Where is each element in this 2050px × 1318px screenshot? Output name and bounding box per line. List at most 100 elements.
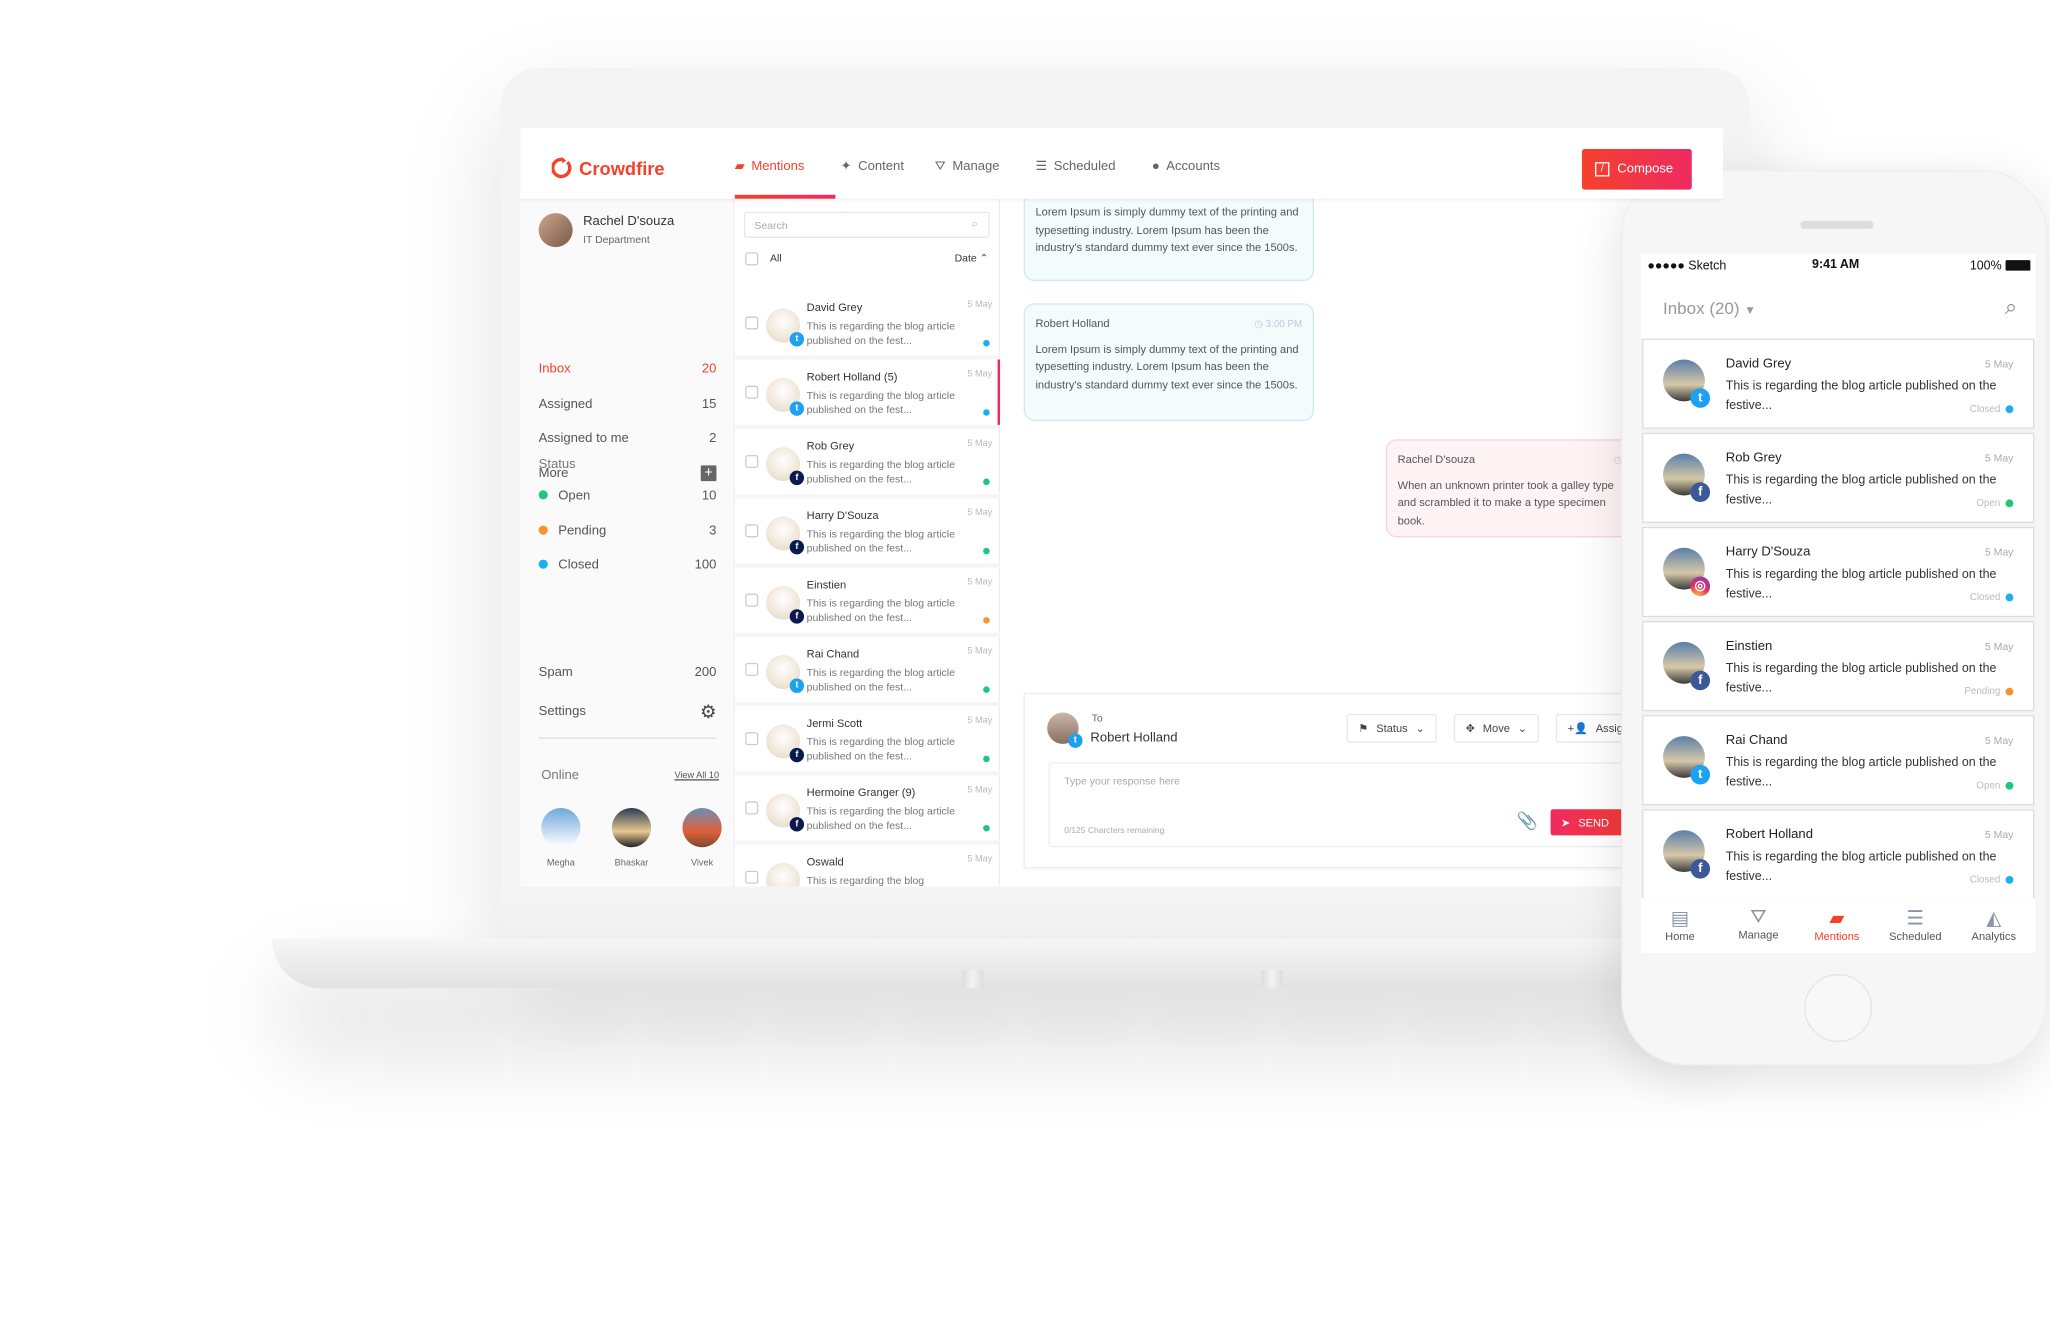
tab-manage[interactable]: ⛛ Manage (935, 160, 1000, 174)
select-all-checkbox[interactable] (745, 252, 759, 266)
status-dot (983, 547, 990, 555)
item-checkbox[interactable] (745, 593, 759, 607)
item-checkbox[interactable] (745, 454, 759, 469)
status-dropdown[interactable]: ⚑ Status ⌄ (1346, 713, 1437, 743)
twitter-icon: t (1690, 764, 1711, 785)
search-icon[interactable]: ⌕ (971, 217, 978, 231)
active-tab-indicator (734, 194, 836, 199)
top-header: Crowdfire ▰ Mentions ✦ Content ⛛ Manage ☰ Sched… (520, 128, 1724, 199)
list-item[interactable]: t Rai Chand 5 May This is regarding the blo… (734, 637, 1001, 706)
item-checkbox[interactable] (745, 870, 759, 884)
sidebar-item-assigned-to-me[interactable]: Assigned to me 2 (539, 431, 717, 445)
status-dot (2005, 875, 2014, 884)
status-dot (983, 409, 990, 416)
facebook-icon: f (789, 539, 805, 555)
item-checkbox[interactable] (745, 662, 759, 676)
phone-frame: ●●●●● Sketch 9:41 AM 100% Inbox (20) ▼ ⌕… (1621, 169, 2048, 1066)
item-checkbox[interactable] (745, 524, 759, 538)
home-icon: ▤ (1670, 907, 1690, 930)
crowdfire-logo-icon (551, 156, 572, 179)
avatar: t (1663, 736, 1711, 785)
list-item[interactable]: fOswald5 MayThis is regarding the blog (735, 845, 1000, 887)
profile-name: Rachel D'souza (583, 214, 675, 229)
clock-icon: ◷ (1254, 317, 1263, 330)
status-label: Closed (1969, 873, 2001, 886)
tab-content[interactable]: ✦ Content (841, 160, 904, 174)
sidebar-item-spam[interactable]: Spam 200 (539, 665, 717, 679)
logo[interactable]: Crowdfire (551, 156, 665, 179)
avatar[interactable] (538, 213, 573, 248)
desktop-app: Crowdfire ▰ Mentions ✦ Content ⛛ Manage ☰ Sched… (520, 128, 1724, 887)
manage-icon: ⛛ (1750, 906, 1767, 929)
item-checkbox[interactable] (745, 732, 759, 746)
home-button[interactable] (1804, 974, 1873, 1042)
online-user[interactable]: Vivek (682, 807, 722, 868)
search-icon[interactable]: ⌕ (2005, 294, 2017, 320)
mobile-list-item[interactable]: t Rai Chand 5 May This is regarding the blo… (1642, 715, 2035, 806)
chat-icon: ▰ (734, 159, 745, 174)
mobile-tab-analytics[interactable]: ◭ Analytics (1955, 906, 2033, 942)
divider (538, 737, 717, 739)
mobile-tab-scheduled[interactable]: ☰ Scheduled (1876, 906, 1954, 942)
list-item[interactable]: f Jermi Scott 5 May This is regarding the b… (734, 706, 1001, 776)
search-input[interactable]: Search ⌕ (743, 211, 990, 238)
status-filter-open[interactable]: Open 10 (538, 489, 716, 503)
list-item[interactable]: f Harry D'Souza 5 May This is regarding the… (734, 498, 1001, 568)
status-bar: ●●●●● Sketch 9:41 AM 100% (1640, 253, 2036, 279)
mobile-list-item[interactable]: f Robert Holland 5 May This is regarding th… (1642, 809, 2035, 900)
sidebar-item-inbox[interactable]: Inbox 20 (539, 362, 717, 376)
tab-accounts[interactable]: ● Accounts (1152, 160, 1220, 174)
compose-button[interactable]: / Compose (1581, 149, 1692, 190)
list-item[interactable]: f Einstien 5 May This is regarding the blog… (734, 567, 1001, 637)
scheduled-icon: ☰ (1906, 907, 1925, 930)
mobile-list-item[interactable]: f Rob Grey 5 May This is regarding the blog… (1642, 432, 2035, 523)
facebook-icon: f (1690, 858, 1711, 879)
inbox-dropdown[interactable]: Inbox (20) ▼ (1663, 298, 1756, 318)
mobile-list-item[interactable]: f Einstien 5 May This is regarding the blog… (1642, 621, 2035, 712)
mobile-tab-home[interactable]: ▤ Home (1641, 906, 1719, 942)
mobile-list-item[interactable]: ◎ Harry D'Souza 5 May This is regarding the… (1642, 526, 2035, 618)
mobile-tab-manage[interactable]: ⛛ Manage (1719, 906, 1797, 941)
tab-mentions[interactable]: ▰ Mentions (735, 160, 805, 174)
sidebar-item-assigned[interactable]: Assigned 15 (539, 397, 717, 411)
online-header: Online View All 10 (541, 768, 720, 784)
sidebar-item-settings[interactable]: Settings ⚙ (539, 701, 717, 723)
gear-icon[interactable]: ⚙ (700, 701, 716, 723)
status-dot (2005, 404, 2014, 413)
send-icon: ➤ (1561, 815, 1571, 829)
facebook-icon: f (789, 817, 805, 832)
move-dropdown[interactable]: ✥ Move ⌄ (1453, 713, 1539, 743)
instagram-icon: ◎ (1690, 576, 1711, 597)
status-dot (538, 490, 548, 500)
status-label: Open (1976, 496, 2001, 509)
plus-icon[interactable]: + (700, 465, 717, 482)
view-all-link[interactable]: View All 10 (674, 771, 719, 780)
list-item[interactable]: t David Grey 5 May This is regarding the bl… (734, 290, 1001, 360)
status-dot (2005, 592, 2014, 601)
mobile-tab-mentions[interactable]: ▰ Mentions (1798, 906, 1876, 942)
attachment-icon[interactable]: 📎 (1517, 811, 1538, 832)
avatar (682, 807, 722, 848)
status-dot (2005, 781, 2014, 790)
list-icon: ☰ (1035, 159, 1048, 174)
sort-date-button[interactable]: Date ⌃ (955, 252, 989, 264)
item-checkbox[interactable] (745, 316, 759, 330)
list-item[interactable]: f Hermoine Granger (9) 5 May This is regard… (734, 775, 1001, 845)
item-checkbox[interactable] (745, 801, 759, 815)
status-label: Open (1976, 779, 2001, 791)
recipient-name: Robert Holland (1090, 730, 1178, 746)
mobile-list-item[interactable]: t David Grey 5 May This is regarding the bl… (1642, 338, 2035, 429)
online-user[interactable]: Megha (541, 807, 581, 868)
tab-scheduled[interactable]: ☰ Scheduled (1035, 160, 1115, 174)
list-item[interactable]: t Robert Holland (5) 5 May This is regardin… (734, 359, 1001, 429)
avatar: f (1663, 641, 1711, 691)
avatar: f (766, 724, 805, 763)
list-item[interactable]: f Rob Grey 5 May This is regarding the blog… (734, 429, 1001, 499)
facebook-icon: f (789, 609, 805, 624)
status-filter-closed[interactable]: Closed 100 (538, 558, 716, 573)
status-filter-pending[interactable]: Pending 3 (538, 524, 716, 538)
item-checkbox[interactable] (745, 385, 759, 399)
flag-icon: ⚑ (1358, 721, 1369, 735)
mobile-app: ●●●●● Sketch 9:41 AM 100% Inbox (20) ▼ ⌕… (1640, 253, 2036, 954)
online-user[interactable]: Bhaskar (611, 807, 652, 868)
